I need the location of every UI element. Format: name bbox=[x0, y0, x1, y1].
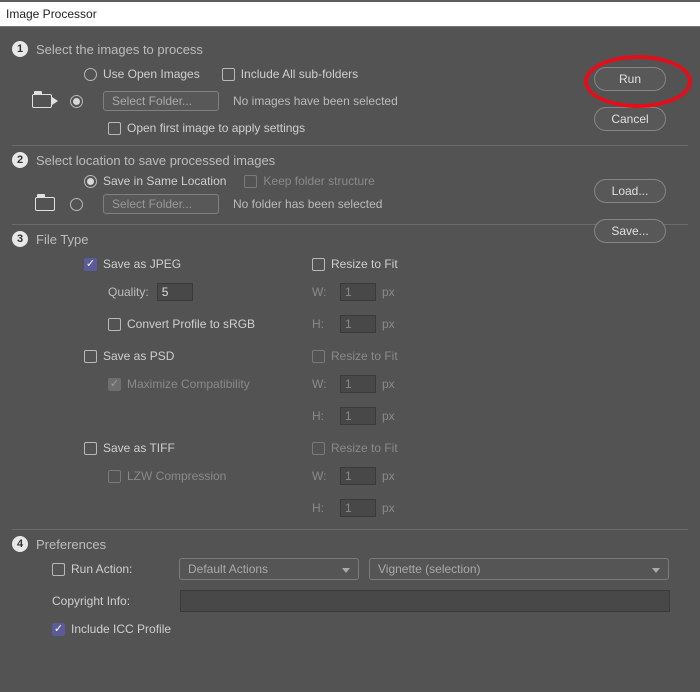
dest-folder-status: No folder has been selected bbox=[233, 197, 382, 211]
save-as-psd-checkbox[interactable] bbox=[84, 350, 97, 363]
tiff-w-label: W: bbox=[312, 469, 340, 483]
copyright-info-input[interactable] bbox=[180, 590, 670, 612]
action-set-select[interactable]: Default Actions bbox=[179, 558, 359, 580]
use-open-images-label: Use Open Images bbox=[103, 67, 200, 81]
jpeg-quality-label: Quality: bbox=[108, 285, 149, 299]
folder-open-icon bbox=[30, 94, 60, 108]
open-first-image-checkbox[interactable] bbox=[108, 122, 121, 135]
save-as-tiff-checkbox[interactable] bbox=[84, 442, 97, 455]
use-open-images-radio[interactable] bbox=[84, 68, 97, 81]
section-select-images: 1 Select the images to process Use Open … bbox=[12, 35, 688, 146]
save-button[interactable]: Save... bbox=[594, 219, 666, 243]
jpeg-w-px: px bbox=[382, 285, 395, 299]
section3-title: File Type bbox=[36, 232, 89, 247]
convert-srgb-label: Convert Profile to sRGB bbox=[127, 317, 255, 331]
include-icc-checkbox[interactable] bbox=[52, 623, 65, 636]
step-badge-2: 2 bbox=[12, 152, 28, 168]
chevron-down-icon bbox=[342, 562, 350, 576]
include-subfolders-label: Include All sub-folders bbox=[241, 67, 358, 81]
save-as-jpeg-checkbox[interactable] bbox=[84, 258, 97, 271]
select-folder-radio[interactable] bbox=[70, 95, 83, 108]
folder-save-icon bbox=[30, 197, 60, 211]
lzw-compression-label: LZW Compression bbox=[127, 469, 226, 483]
section-file-type: 3 File Type Save as JPEG Quality: Conver bbox=[12, 225, 688, 530]
jpeg-h-label: H: bbox=[312, 317, 340, 331]
section-preferences: 4 Preferences Run Action: Default Action… bbox=[12, 530, 688, 646]
psd-h-input bbox=[340, 407, 376, 425]
save-same-location-radio[interactable] bbox=[84, 175, 97, 188]
chevron-down-icon bbox=[652, 562, 660, 576]
select-source-folder-button[interactable]: Select Folder... bbox=[103, 91, 219, 111]
psd-h-label: H: bbox=[312, 409, 340, 423]
tiff-h-input bbox=[340, 499, 376, 517]
psd-w-input bbox=[340, 375, 376, 393]
section-save-location: 2 Select location to save processed imag… bbox=[12, 146, 688, 225]
save-same-location-label: Save in Same Location bbox=[103, 174, 226, 188]
convert-srgb-checkbox[interactable] bbox=[108, 318, 121, 331]
jpeg-w-label: W: bbox=[312, 285, 340, 299]
jpeg-h-px: px bbox=[382, 317, 395, 331]
tiff-resize-label: Resize to Fit bbox=[331, 441, 398, 455]
cancel-button[interactable]: Cancel bbox=[594, 107, 666, 131]
tiff-h-px: px bbox=[382, 501, 395, 515]
step-badge-4: 4 bbox=[12, 536, 28, 552]
save-as-jpeg-label: Save as JPEG bbox=[103, 257, 181, 271]
section4-title: Preferences bbox=[36, 537, 106, 552]
save-as-tiff-label: Save as TIFF bbox=[103, 441, 175, 455]
lzw-compression-checkbox bbox=[108, 470, 121, 483]
action-buttons-column: Run Cancel Load... Save... bbox=[594, 67, 674, 243]
maximize-compat-checkbox bbox=[108, 378, 121, 391]
psd-w-px: px bbox=[382, 377, 395, 391]
jpeg-resize-label: Resize to Fit bbox=[331, 257, 398, 271]
psd-h-px: px bbox=[382, 409, 395, 423]
jpeg-quality-input[interactable] bbox=[157, 283, 193, 301]
dialog-body: Run Cancel Load... Save... 1 Select the … bbox=[0, 27, 700, 646]
keep-folder-structure-checkbox bbox=[244, 175, 257, 188]
tiff-h-label: H: bbox=[312, 501, 340, 515]
jpeg-h-input bbox=[340, 315, 376, 333]
run-button[interactable]: Run bbox=[594, 67, 666, 91]
psd-resize-label: Resize to Fit bbox=[331, 349, 398, 363]
run-action-checkbox[interactable] bbox=[52, 563, 65, 576]
action-name-value: Vignette (selection) bbox=[378, 562, 481, 576]
tiff-resize-checkbox bbox=[312, 442, 325, 455]
tiff-w-px: px bbox=[382, 469, 395, 483]
load-button[interactable]: Load... bbox=[594, 179, 666, 203]
section1-title: Select the images to process bbox=[36, 42, 203, 57]
psd-w-label: W: bbox=[312, 377, 340, 391]
copyright-info-label: Copyright Info: bbox=[52, 594, 180, 608]
save-select-folder-radio[interactable] bbox=[70, 198, 83, 211]
source-folder-status: No images have been selected bbox=[233, 94, 398, 108]
jpeg-w-input bbox=[340, 283, 376, 301]
action-name-select[interactable]: Vignette (selection) bbox=[369, 558, 669, 580]
psd-resize-checkbox bbox=[312, 350, 325, 363]
keep-folder-structure-label: Keep folder structure bbox=[263, 174, 374, 188]
save-as-psd-label: Save as PSD bbox=[103, 349, 174, 363]
action-set-value: Default Actions bbox=[188, 562, 268, 576]
include-icc-label: Include ICC Profile bbox=[71, 622, 171, 636]
open-first-image-label: Open first image to apply settings bbox=[127, 121, 305, 135]
step-badge-3: 3 bbox=[12, 231, 28, 247]
run-action-label: Run Action: bbox=[71, 562, 179, 576]
tiff-w-input bbox=[340, 467, 376, 485]
maximize-compat-label: Maximize Compatibility bbox=[127, 377, 250, 391]
section2-title: Select location to save processed images bbox=[36, 153, 275, 168]
include-subfolders-checkbox[interactable] bbox=[222, 68, 235, 81]
step-badge-1: 1 bbox=[12, 41, 28, 57]
window-title: Image Processor bbox=[0, 0, 700, 27]
select-dest-folder-button[interactable]: Select Folder... bbox=[103, 194, 219, 214]
jpeg-resize-checkbox[interactable] bbox=[312, 258, 325, 271]
